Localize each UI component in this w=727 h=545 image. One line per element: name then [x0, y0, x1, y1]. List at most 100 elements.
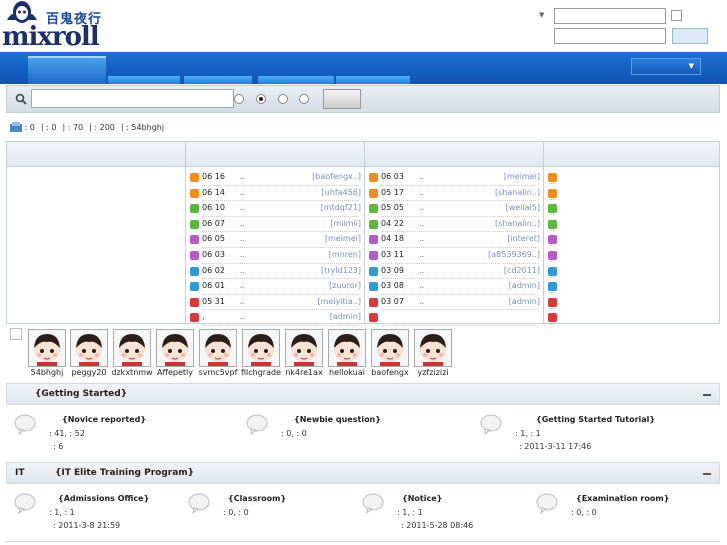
list-item[interactable]: 03 07.. [admin]: [369, 295, 540, 311]
post-title[interactable]: ..: [240, 234, 245, 243]
latest-member[interactable]: : 54bhghj: [126, 123, 164, 132]
list-item[interactable]: ..: [548, 248, 568, 264]
list-item[interactable]: 06 02.. [tryld123]: [190, 264, 361, 280]
nav-tab-home[interactable]: [28, 56, 106, 84]
member-name[interactable]: yzfzizizi: [409, 368, 457, 377]
list-item[interactable]: ..: [548, 264, 568, 280]
avatar[interactable]: [199, 329, 237, 367]
list-item[interactable]: ..: [548, 186, 568, 202]
list-item[interactable]: ..: [548, 201, 568, 217]
member-name[interactable]: svmc5vpf: [194, 368, 242, 377]
search-button[interactable]: [323, 89, 361, 109]
post-author[interactable]: [admin]: [509, 281, 540, 290]
post-title[interactable]: ..: [419, 188, 424, 197]
member-name[interactable]: baofengx: [366, 368, 414, 377]
post-author[interactable]: [interet]: [507, 234, 540, 243]
post-author[interactable]: [mtdqf21]: [321, 203, 361, 212]
forum-name[interactable]: {Admissions Office}: [58, 494, 149, 503]
post-author[interactable]: [zuuror]: [329, 281, 361, 290]
forum-last-post[interactable]: : 2011-5-28 08:46: [401, 521, 473, 530]
password-input[interactable]: [554, 28, 666, 44]
list-item[interactable]: 06 05.. [meimei]: [190, 232, 361, 248]
list-item[interactable]: ..: [548, 232, 568, 248]
avatar[interactable]: [371, 329, 409, 367]
list-item[interactable]: 03 09.. [cd2011]: [369, 264, 540, 280]
nav-tab-5[interactable]: [336, 76, 410, 84]
post-title[interactable]: ..: [240, 203, 245, 212]
post-author[interactable]: [miimii]: [330, 219, 361, 228]
post-title[interactable]: ..: [240, 172, 245, 181]
avatar[interactable]: [28, 329, 66, 367]
search-type-radio-4[interactable]: [299, 94, 309, 104]
post-title[interactable]: ..: [240, 297, 245, 306]
avatar[interactable]: [113, 329, 151, 367]
post-author[interactable]: [shanalin..]: [495, 188, 540, 197]
post-title[interactable]: ..: [419, 297, 424, 306]
forum-name[interactable]: {Classroom}: [228, 494, 286, 503]
post-title[interactable]: ..: [419, 203, 424, 212]
post-title[interactable]: ..: [419, 281, 424, 290]
post-author[interactable]: [cd2011]: [504, 266, 540, 275]
avatar[interactable]: [285, 329, 323, 367]
post-author[interactable]: [meiyitia..]: [318, 297, 361, 306]
search-type-radio-2[interactable]: [256, 94, 266, 104]
post-author[interactable]: [baofengx..]: [312, 172, 361, 181]
post-title[interactable]: ..: [419, 250, 424, 259]
section-title[interactable]: {IT Elite Training Program}: [55, 468, 194, 478]
post-author[interactable]: [uhfa456]: [322, 188, 361, 197]
nav-tab-3[interactable]: [184, 76, 252, 84]
list-item[interactable]: ,.. [admin]: [190, 310, 361, 326]
members-checkbox[interactable]: [10, 328, 22, 340]
list-item[interactable]: 06 14.. [uhfa456]: [190, 186, 361, 202]
post-author[interactable]: [a8539369..]: [488, 250, 540, 259]
nav-dropdown-button[interactable]: ▼: [631, 58, 701, 75]
list-item[interactable]: ..: [548, 310, 568, 326]
list-item[interactable]: 04 18.. [interet]: [369, 232, 540, 248]
member-name[interactable]: 54bhghj: [23, 368, 71, 377]
member-name[interactable]: dzkxtnmw: [108, 368, 156, 377]
post-author[interactable]: [meimei]: [325, 234, 361, 243]
search-type-radio-1[interactable]: [234, 94, 244, 104]
forum-last-post[interactable]: : 2011-3-8 21:59: [53, 521, 120, 530]
list-item[interactable]: 05 17.. [shanalin..]: [369, 186, 540, 202]
forum-name[interactable]: {Newbie question}: [294, 415, 381, 424]
member-name[interactable]: Affepetly: [151, 368, 199, 377]
section-title[interactable]: {Getting Started}: [35, 389, 127, 399]
list-item[interactable]: 05 05.. [weilai5]: [369, 201, 540, 217]
list-item[interactable]: ..: [548, 279, 568, 295]
member-name[interactable]: hellokuai: [323, 368, 371, 377]
list-item[interactable]: 06 07.. [miimii]: [190, 217, 361, 233]
list-item[interactable]: 05 31.. [meiyitia..]: [190, 295, 361, 311]
post-author[interactable]: [meimei]: [504, 172, 540, 181]
forum-name[interactable]: {Examination room}: [576, 494, 669, 503]
post-author[interactable]: [tryld123]: [321, 266, 361, 275]
nav-tab-2[interactable]: [108, 76, 180, 84]
post-title[interactable]: ..: [419, 172, 424, 181]
search-type-radio-3[interactable]: [278, 94, 288, 104]
list-item[interactable]: 06 10.. [mtdqf21]: [190, 201, 361, 217]
list-item[interactable]: 06 16.. [baofengx..]: [190, 170, 361, 186]
list-item[interactable]: ..: [548, 217, 568, 233]
post-title[interactable]: ..: [419, 234, 424, 243]
post-title[interactable]: ..: [240, 312, 245, 321]
forum-name[interactable]: {Getting Started Tutorial}: [536, 415, 655, 424]
member-name[interactable]: filchgrade: [237, 368, 285, 377]
avatar[interactable]: [328, 329, 366, 367]
post-author[interactable]: [weilai5]: [506, 203, 540, 212]
list-item[interactable]: ..: [548, 170, 568, 186]
post-title[interactable]: ..: [240, 266, 245, 275]
list-item[interactable]: ..: [548, 295, 568, 311]
member-name[interactable]: nk4re1ax: [280, 368, 328, 377]
forum-last-post[interactable]: : 2011-3-11 17:46: [519, 442, 591, 451]
forum-name[interactable]: {Notice}: [402, 494, 442, 503]
section-header-it-elite[interactable]: IT {IT Elite Training Program}: [6, 462, 720, 484]
list-item[interactable]: 06 03.. [meimei]: [369, 170, 540, 186]
member-name[interactable]: peggy20: [65, 368, 113, 377]
list-item[interactable]: 03 11.. [a8539369..]: [369, 248, 540, 264]
forum-last-post[interactable]: : 6: [53, 442, 63, 451]
search-input[interactable]: [31, 89, 234, 108]
post-title[interactable]: ..: [240, 188, 245, 197]
avatar[interactable]: [156, 329, 194, 367]
post-author[interactable]: [admin]: [509, 297, 540, 306]
username-input[interactable]: [554, 8, 666, 24]
